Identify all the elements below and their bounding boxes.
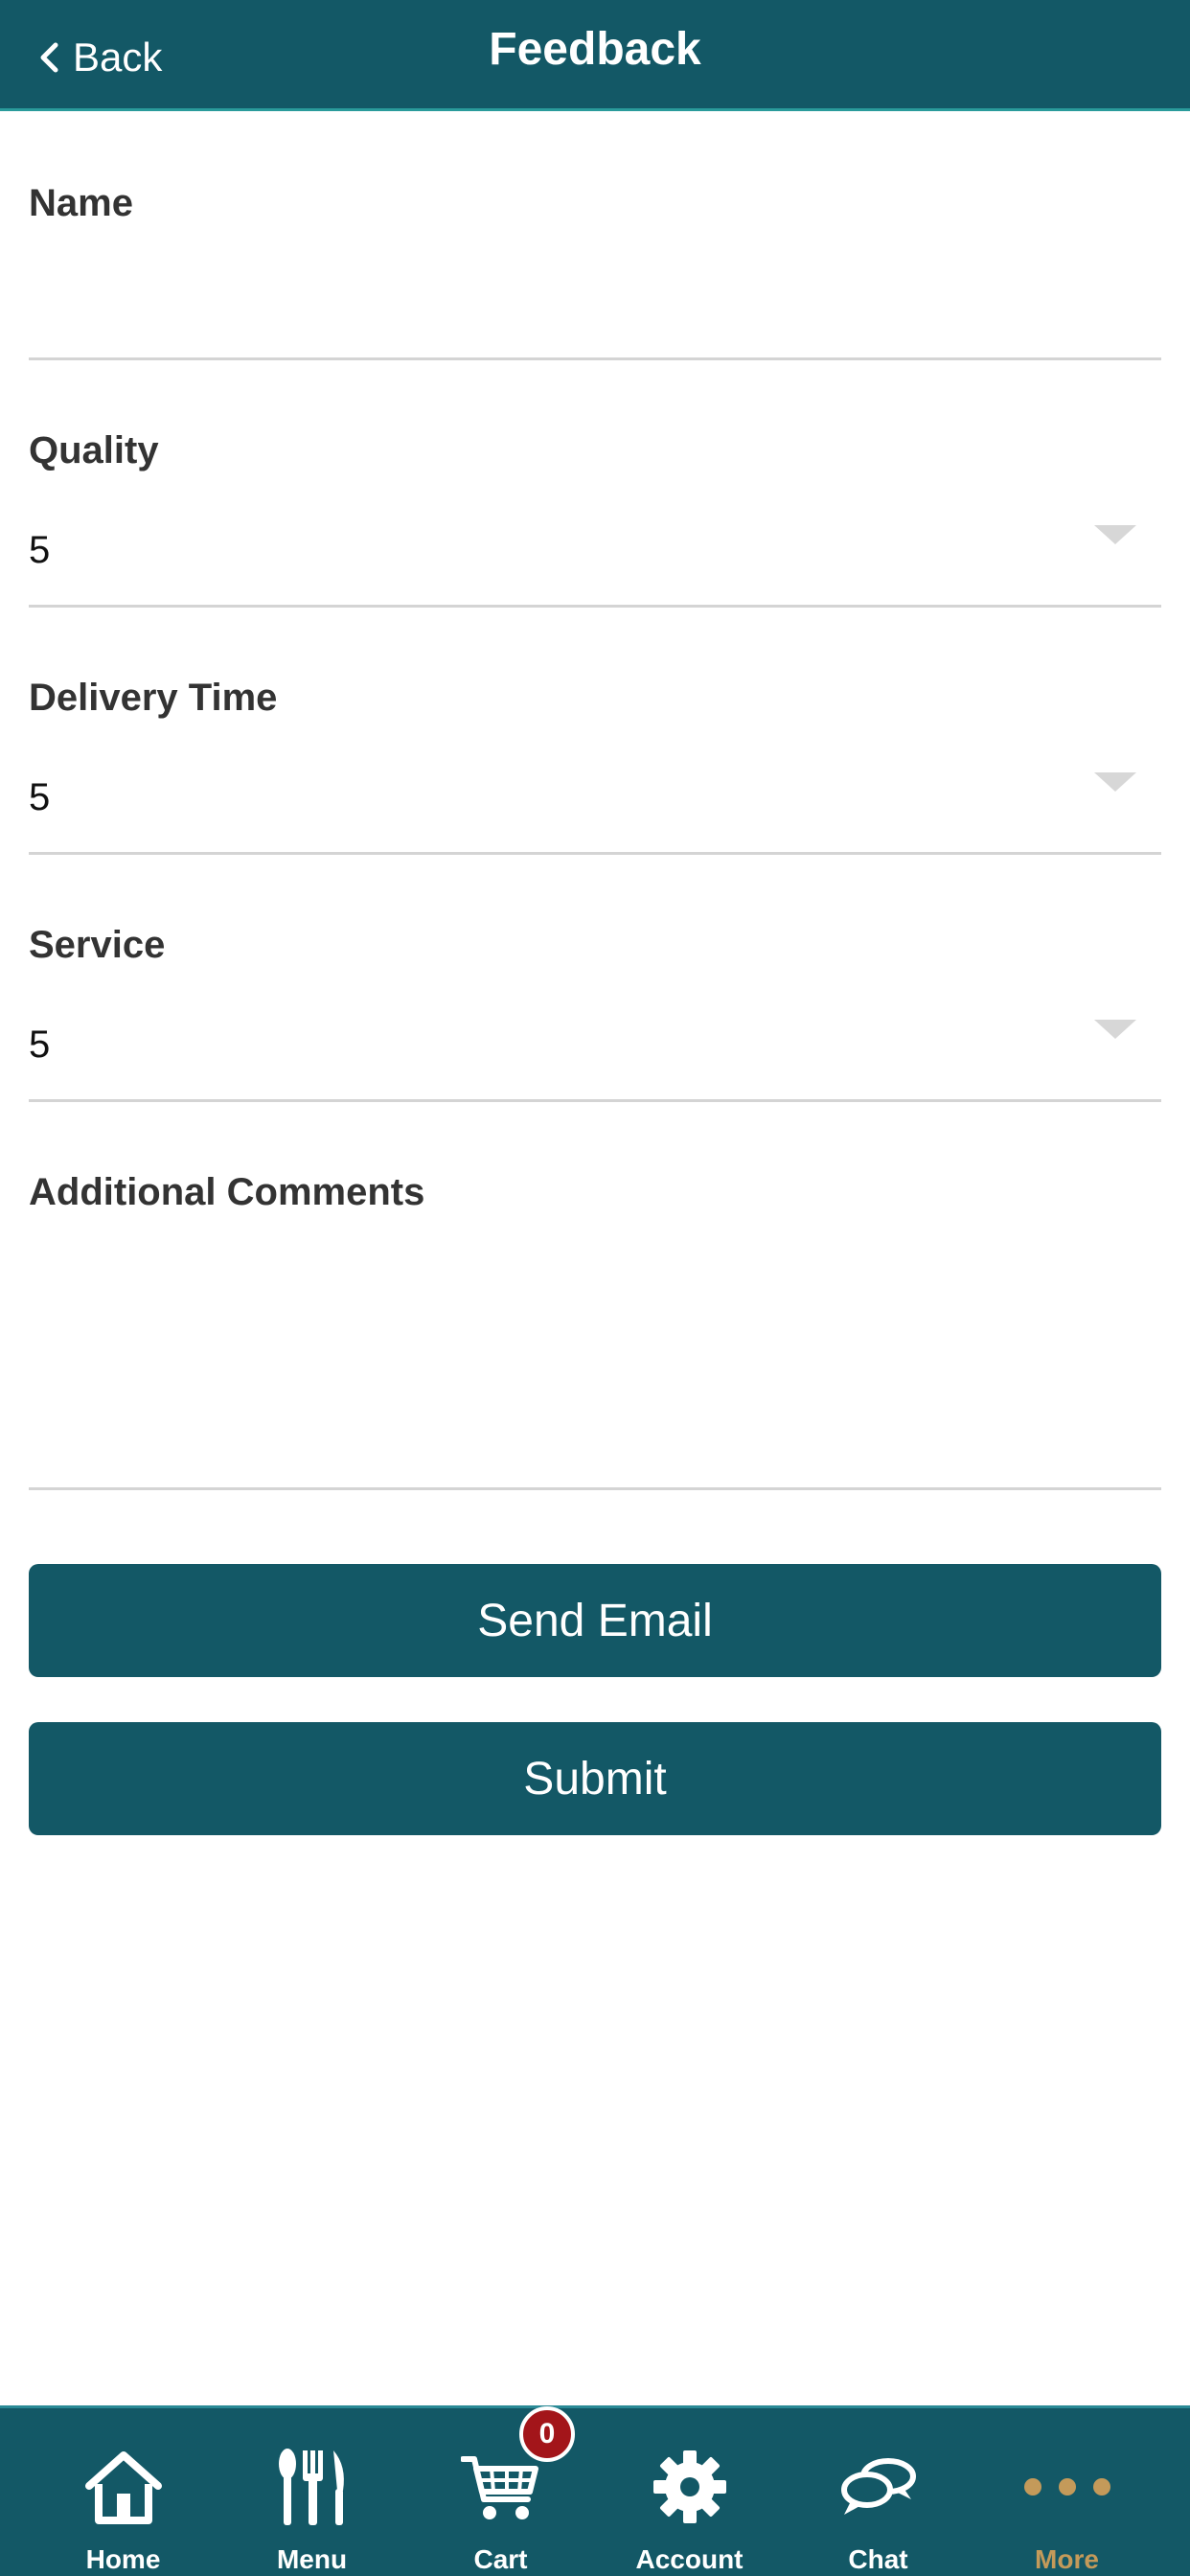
delivery-time-value: 5 [29, 776, 51, 818]
home-icon [84, 2451, 162, 2524]
delivery-time-field: Delivery Time 5 [29, 677, 1161, 857]
tab-menu-label: Menu [276, 2544, 348, 2574]
service-field: Service 5 [29, 924, 1161, 1104]
tab-account[interactable]: Account [595, 2408, 784, 2576]
name-field: Name [29, 182, 1161, 362]
chat-icon [840, 2458, 916, 2515]
send-email-button[interactable]: Send Email [29, 1564, 1161, 1677]
delivery-time-select[interactable]: 5 [29, 753, 1161, 849]
quality-label: Quality [29, 429, 159, 472]
comments-textarea[interactable] [29, 1248, 1161, 1478]
comments-field: Additional Comments [29, 1171, 1161, 1492]
quality-select[interactable]: 5 [29, 506, 1161, 602]
gear-icon [652, 2450, 726, 2523]
name-label: Name [29, 182, 133, 224]
name-underline [29, 357, 1161, 360]
service-value: 5 [29, 1024, 51, 1066]
tab-more-label: More [1035, 2544, 1099, 2574]
tab-more[interactable]: More [973, 2408, 1161, 2576]
quality-value: 5 [29, 529, 51, 571]
chevron-down-icon [1094, 525, 1136, 544]
page-title: Feedback [489, 24, 701, 75]
service-label: Service [29, 924, 166, 966]
quality-underline [29, 605, 1161, 608]
tab-account-label: Account [635, 2544, 744, 2574]
comments-label: Additional Comments [29, 1171, 425, 1213]
fork-knife-icon [278, 2449, 344, 2525]
cart-badge: 0 [519, 2406, 575, 2462]
tab-chat[interactable]: Chat [784, 2408, 973, 2576]
tab-cart-label: Cart [473, 2544, 528, 2574]
delivery-time-label: Delivery Time [29, 677, 278, 719]
service-select[interactable]: 5 [29, 1000, 1161, 1096]
name-input[interactable] [29, 274, 1161, 341]
chevron-down-icon [1094, 772, 1136, 792]
delivery-time-underline [29, 852, 1161, 855]
tab-chat-label: Chat [848, 2544, 908, 2574]
tab-menu[interactable]: Menu [217, 2408, 406, 2576]
submit-button[interactable]: Submit [29, 1722, 1161, 1835]
nav-header: Back Feedback [0, 0, 1190, 111]
bottom-tab-bar: Home Menu 0 Cart Account Chat More [0, 2405, 1190, 2576]
tab-cart[interactable]: 0 Cart [406, 2406, 595, 2576]
comments-underline [29, 1487, 1161, 1490]
chevron-down-icon [1094, 1020, 1136, 1039]
quality-field: Quality 5 [29, 429, 1161, 610]
cart-icon [460, 2456, 538, 2519]
more-dots-icon [1023, 2478, 1110, 2496]
service-underline [29, 1099, 1161, 1102]
tab-home[interactable]: Home [29, 2408, 217, 2576]
tab-home-label: Home [85, 2544, 161, 2574]
